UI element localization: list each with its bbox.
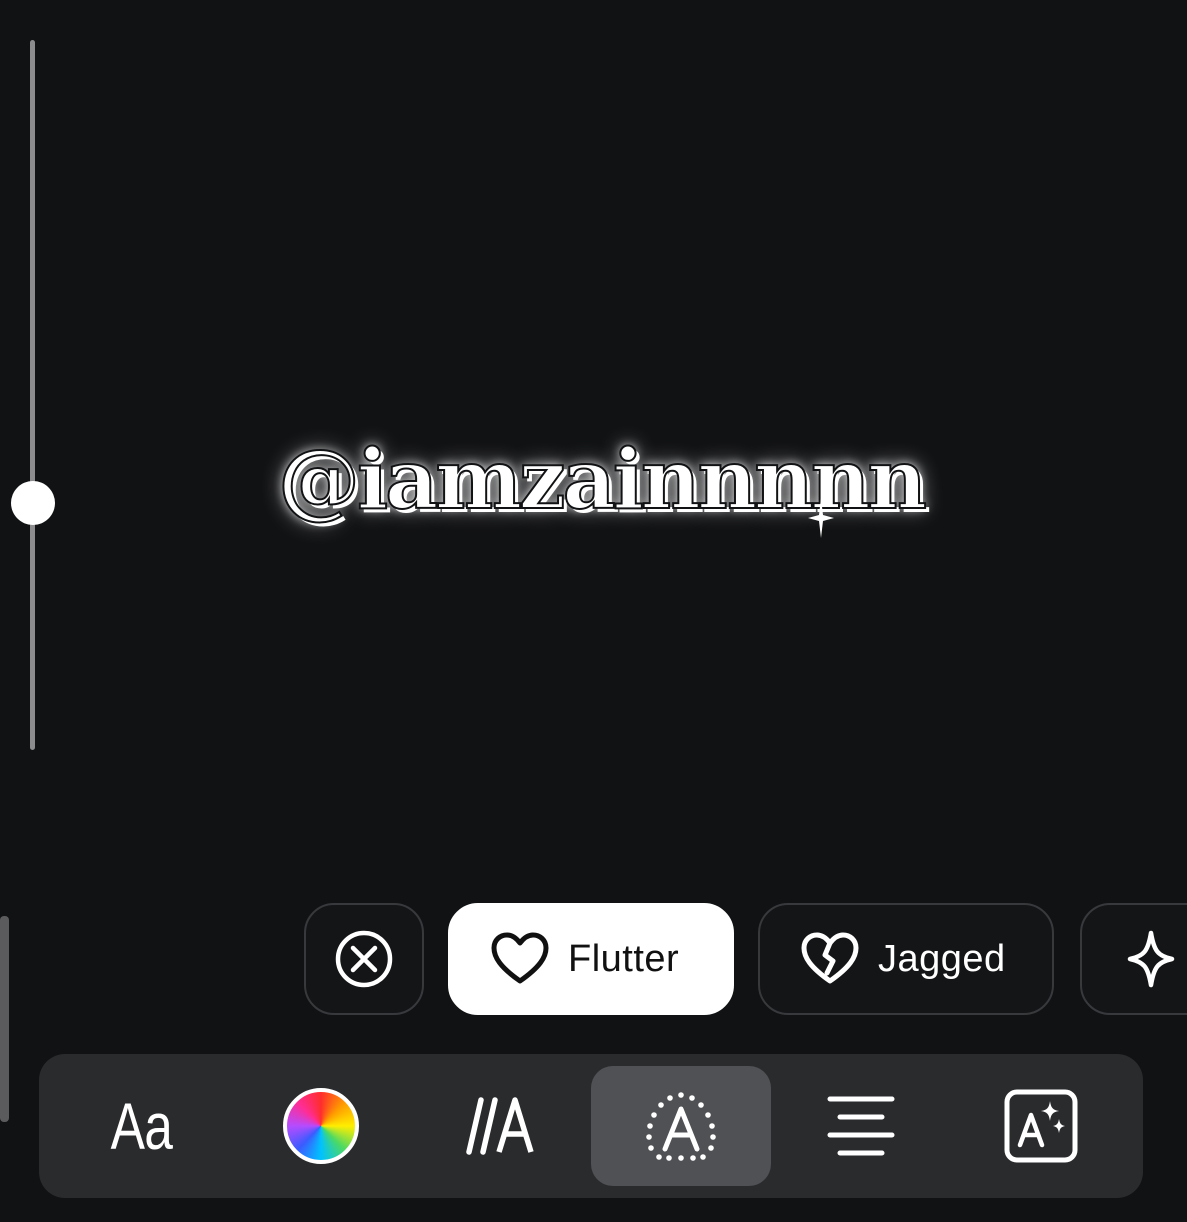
text-style-icon	[466, 1097, 534, 1155]
effect-flutter-label: Flutter	[568, 937, 680, 980]
text-style-button[interactable]	[411, 1066, 591, 1186]
effect-jagged-button[interactable]: Jagged	[758, 903, 1054, 1015]
text-size-slider-track[interactable]	[30, 40, 35, 750]
ai-text-button[interactable]	[951, 1066, 1131, 1186]
effect-jagged-label: Jagged	[878, 937, 1006, 980]
align-center-button[interactable]	[771, 1066, 951, 1186]
text-tools-toolbar: Aa	[39, 1054, 1143, 1198]
color-wheel-icon	[283, 1088, 359, 1164]
color-button[interactable]	[231, 1066, 411, 1186]
close-circle-icon	[335, 930, 393, 988]
effect-none-button[interactable]	[304, 903, 424, 1015]
text-size-slider-thumb[interactable]	[11, 481, 55, 525]
text-effects-row: Flutter Jagged	[0, 903, 1187, 1019]
align-center-icon	[827, 1096, 895, 1156]
font-icon: Aa	[110, 1089, 172, 1163]
broken-heart-icon	[801, 932, 859, 984]
ai-text-icon	[1004, 1089, 1078, 1163]
effect-sparkle-button[interactable]	[1080, 903, 1187, 1015]
text-effect-icon	[646, 1092, 716, 1161]
effect-flutter-button[interactable]: Flutter	[448, 903, 734, 1015]
text-effect-button[interactable]	[591, 1066, 771, 1186]
sparkle-icon	[1127, 930, 1175, 988]
heart-icon	[491, 932, 549, 984]
sparkle-glint-icon	[808, 498, 834, 538]
font-button[interactable]: Aa	[51, 1066, 231, 1186]
text-editor-screen: @iamzainnnnn Flutter Jagged Aa	[0, 0, 1187, 1222]
